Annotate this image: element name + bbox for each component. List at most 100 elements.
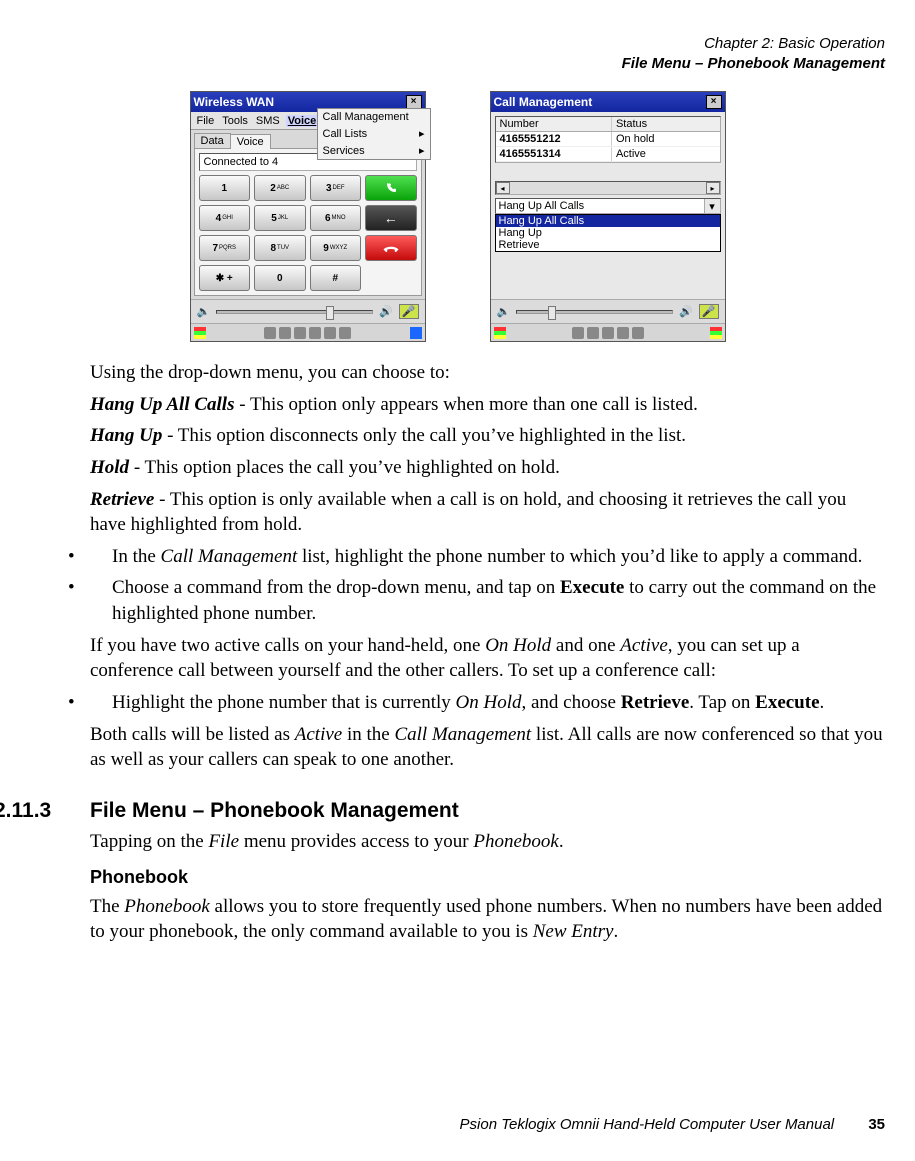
combo-option-hangup[interactable]: Hang Up xyxy=(496,227,720,239)
tab-voice[interactable]: Voice xyxy=(230,134,271,149)
cell-status: On hold xyxy=(612,132,720,146)
close-icon[interactable]: × xyxy=(706,95,722,109)
para-result: Both calls will be listed as Active in t… xyxy=(90,722,885,773)
footer-text: Psion Teklogix Omnii Hand-Held Computer … xyxy=(460,1116,835,1133)
section-p2: The Phonebook allows you to store freque… xyxy=(90,894,885,945)
key-8[interactable]: 8TUV xyxy=(254,235,306,261)
section-heading: 2.11.3File Menu – Phonebook Management xyxy=(90,799,885,823)
bullet-2: Choose a command from the drop-down menu… xyxy=(90,575,885,626)
menuitem-call-management[interactable]: Call Management xyxy=(318,109,430,125)
key-3[interactable]: 3DEF xyxy=(310,175,362,201)
tray-icon[interactable] xyxy=(309,327,321,339)
tab-data[interactable]: Data xyxy=(194,133,231,148)
audio-bar: 🔈 🔊 🎤 xyxy=(491,299,725,323)
key-1[interactable]: 1 xyxy=(199,175,251,201)
body-content: Using the drop-down menu, you can choose… xyxy=(90,360,885,945)
key-0[interactable]: 0 xyxy=(254,265,306,291)
cm-pane: Number Status 4165551212 On hold 4165551… xyxy=(491,112,725,299)
speaker-loud-icon[interactable]: 🔊 xyxy=(679,305,693,318)
tray-icon[interactable] xyxy=(339,327,351,339)
key-7[interactable]: 7PQRS xyxy=(199,235,251,261)
voice-dropdown: Call Management Call Lists▸ Services▸ xyxy=(317,108,431,160)
volume-slider[interactable] xyxy=(216,310,373,314)
taskbar xyxy=(491,323,725,341)
combo-option-hangup-all[interactable]: Hang Up All Calls xyxy=(496,215,720,227)
key-9[interactable]: 9WXYZ xyxy=(310,235,362,261)
tray-icon[interactable] xyxy=(294,327,306,339)
key-backspace[interactable]: ← xyxy=(365,205,417,231)
titlebar-cm[interactable]: Call Management × xyxy=(491,92,725,112)
mic-icon[interactable]: 🎤 xyxy=(399,304,419,319)
bullet-3: Highlight the phone number that is curre… xyxy=(90,690,885,716)
option-hold: Hold - This option places the call you’v… xyxy=(90,455,885,481)
figures-row: Wireless WAN × File Tools SMS Voice Call… xyxy=(30,91,885,342)
action-combobox[interactable]: Hang Up All Calls ▾ xyxy=(495,198,721,214)
start-icon[interactable] xyxy=(194,327,206,339)
key-hangup[interactable] xyxy=(365,235,417,261)
table-row[interactable]: 4165551314 Active xyxy=(496,147,720,162)
menu-voice[interactable]: Voice xyxy=(286,115,319,127)
page-number: 35 xyxy=(868,1116,885,1133)
voice-pane: Connected to 4 1 2ABC 3DEF 4GHI 5JKL 6MN… xyxy=(194,148,422,296)
menu-file[interactable]: File xyxy=(195,115,217,127)
tray-icon[interactable] xyxy=(587,327,599,339)
tray-icon[interactable] xyxy=(264,327,276,339)
speaker-mute-icon[interactable]: 🔈 xyxy=(197,305,211,318)
intro-line: Using the drop-down menu, you can choose… xyxy=(90,360,885,386)
start-icon[interactable] xyxy=(494,327,506,339)
scrollbar-horizontal[interactable]: ◂ ▸ xyxy=(495,181,721,195)
chevron-right-icon: ▸ xyxy=(419,144,425,157)
title-wwan: Wireless WAN xyxy=(194,95,406,109)
bullet-1: In the Call Management list, highlight t… xyxy=(90,544,885,570)
key-hash[interactable]: # xyxy=(310,265,362,291)
combo-value: Hang Up All Calls xyxy=(496,199,704,213)
sip-icon[interactable] xyxy=(710,327,722,339)
key-call[interactable] xyxy=(365,175,417,201)
speaker-loud-icon[interactable]: 🔊 xyxy=(379,305,393,318)
menu-tools[interactable]: Tools xyxy=(220,115,250,127)
tray-icon[interactable] xyxy=(324,327,336,339)
taskbar xyxy=(191,323,425,341)
header-chapter: Chapter 2: Basic Operation xyxy=(30,34,885,54)
tray-icon[interactable] xyxy=(602,327,614,339)
menuitem-services[interactable]: Services▸ xyxy=(318,142,430,159)
key-star[interactable]: ✱ + xyxy=(199,265,251,291)
menu-sms[interactable]: SMS xyxy=(254,115,282,127)
speaker-mute-icon[interactable]: 🔈 xyxy=(497,305,511,318)
chevron-down-icon[interactable]: ▾ xyxy=(704,199,720,213)
close-icon[interactable]: × xyxy=(406,95,422,109)
col-number[interactable]: Number xyxy=(496,117,612,131)
slider-thumb[interactable] xyxy=(548,306,556,320)
tray-icon[interactable] xyxy=(279,327,291,339)
keypad: 1 2ABC 3DEF 4GHI 5JKL 6MNO ← 7PQRS 8TUV … xyxy=(199,175,417,291)
tray-icon[interactable] xyxy=(617,327,629,339)
wireless-wan-window: Wireless WAN × File Tools SMS Voice Call… xyxy=(190,91,426,342)
option-retrieve: Retrieve - This option is only available… xyxy=(90,487,885,538)
scroll-left-icon[interactable]: ◂ xyxy=(496,182,510,194)
key-6[interactable]: 6MNO xyxy=(310,205,362,231)
key-5[interactable]: 5JKL xyxy=(254,205,306,231)
title-cm: Call Management xyxy=(494,95,706,109)
systray xyxy=(264,327,351,339)
cell-number: 4165551212 xyxy=(496,132,612,146)
call-management-window: Call Management × Number Status 41655512… xyxy=(490,91,726,342)
menuitem-call-lists[interactable]: Call Lists▸ xyxy=(318,125,430,142)
col-status[interactable]: Status xyxy=(612,117,720,131)
page-footer: Psion Teklogix Omnii Hand-Held Computer … xyxy=(460,1116,885,1133)
key-4[interactable]: 4GHI xyxy=(199,205,251,231)
mic-icon[interactable]: 🎤 xyxy=(699,304,719,319)
tray-icon[interactable] xyxy=(572,327,584,339)
table-row[interactable]: 4165551212 On hold xyxy=(496,132,720,147)
volume-slider[interactable] xyxy=(516,310,673,314)
sip-icon[interactable] xyxy=(410,327,422,339)
slider-thumb[interactable] xyxy=(326,306,334,320)
call-table: Number Status 4165551212 On hold 4165551… xyxy=(495,116,721,163)
subheading-phonebook: Phonebook xyxy=(90,867,885,888)
tray-icon[interactable] xyxy=(632,327,644,339)
scroll-right-icon[interactable]: ▸ xyxy=(706,182,720,194)
audio-bar: 🔈 🔊 🎤 xyxy=(191,299,425,323)
option-hangup: Hang Up - This option disconnects only t… xyxy=(90,423,885,449)
key-2[interactable]: 2ABC xyxy=(254,175,306,201)
combo-option-retrieve[interactable]: Retrieve xyxy=(496,239,720,251)
cell-number: 4165551314 xyxy=(496,147,612,161)
